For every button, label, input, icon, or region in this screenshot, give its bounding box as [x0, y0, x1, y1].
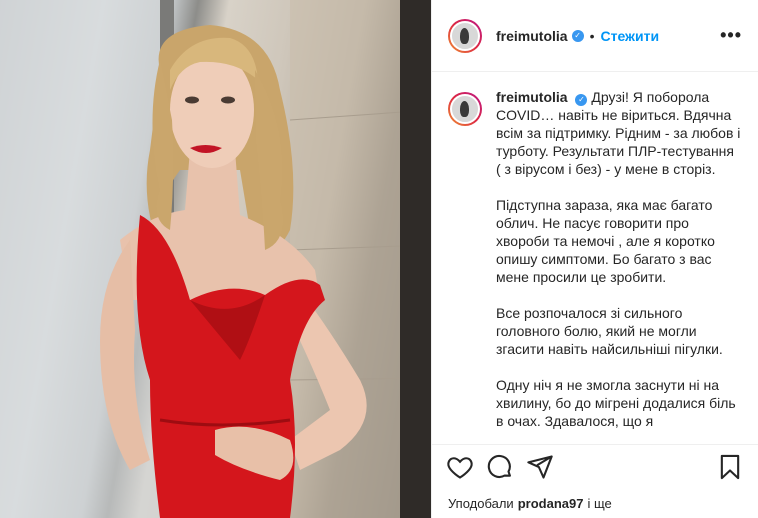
share-icon[interactable] — [526, 453, 554, 481]
author-username[interactable]: freimutolia — [496, 28, 568, 44]
action-bar — [432, 444, 758, 488]
photo-illustration — [0, 0, 431, 518]
likes-summary: Уподобали prodana97 і ще — [432, 488, 758, 518]
more-options-icon[interactable]: ••• — [720, 25, 742, 46]
caption-paragraph: Одну ніч я не змогла заснути ні на хвили… — [496, 377, 736, 429]
caption-username[interactable]: freimutolia — [496, 89, 568, 105]
caption-text: freimutolia ✓ Друзі! Я поборола COVID… н… — [496, 88, 742, 444]
caption-area: freimutolia ✓ Друзі! Я поборола COVID… н… — [432, 72, 758, 444]
caption-avatar[interactable] — [448, 92, 482, 126]
caption-paragraph: Підступна зараза, яка має багато облич. … — [496, 197, 715, 285]
header-separator: • — [589, 27, 595, 44]
liked-suffix[interactable]: і ще — [587, 496, 611, 511]
liked-user-link[interactable]: prodana97 — [518, 496, 584, 511]
caption-paragraph: Все розпочалося зі сильного головного бо… — [496, 305, 723, 357]
post-side-panel: freimutolia ✓ • Стежити ••• freimutolia … — [431, 0, 758, 518]
verified-badge-icon: ✓ — [575, 94, 588, 106]
bookmark-icon[interactable] — [716, 453, 744, 481]
instagram-post: freimutolia ✓ • Стежити ••• freimutolia … — [0, 0, 758, 518]
author-avatar[interactable] — [448, 18, 482, 53]
verified-badge-icon: ✓ — [571, 29, 584, 42]
heart-icon[interactable] — [446, 453, 474, 481]
post-photo[interactable] — [0, 0, 431, 518]
follow-button[interactable]: Стежити — [600, 28, 659, 44]
post-header: freimutolia ✓ • Стежити ••• — [432, 0, 758, 72]
comment-icon[interactable] — [486, 453, 514, 481]
liked-prefix: Уподобали — [448, 495, 514, 511]
